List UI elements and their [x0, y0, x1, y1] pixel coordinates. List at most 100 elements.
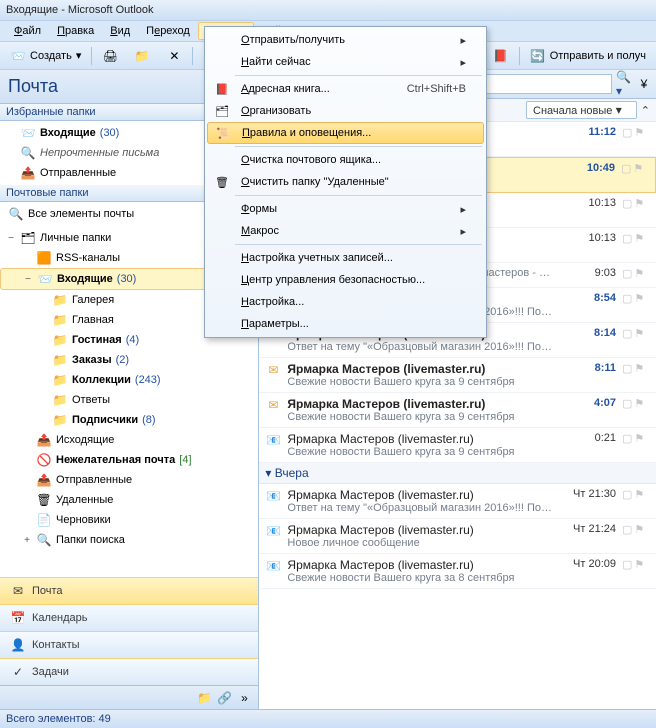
- expander-icon[interactable]: +: [22, 535, 32, 546]
- menu-item-Центр управления безопасностью...[interactable]: Центр управления безопасностью...: [207, 269, 484, 291]
- message-row[interactable]: 📧Ярмарка Мастеров (livemaster.ru)Свежие …: [259, 554, 656, 589]
- folder-Отправленные[interactable]: 📤Отправленные: [0, 470, 258, 490]
- folder-label: Черновики: [56, 514, 111, 526]
- folder-icon: 🗂: [20, 230, 36, 246]
- flag-icon[interactable]: ⚑: [634, 362, 644, 375]
- flag-icon[interactable]: ⚑: [634, 432, 644, 445]
- menu-item-icon: 📜: [212, 127, 234, 140]
- menu-item-icon: 🗂: [211, 105, 233, 118]
- nav-Календарь[interactable]: 📅Календарь: [0, 604, 258, 631]
- message-row[interactable]: 📧Ярмарка Мастеров (livemaster.ru)Новое л…: [259, 519, 656, 554]
- send-receive-button[interactable]: 🔄Отправить и получ: [524, 45, 652, 67]
- message-row[interactable]: ✉Ярмарка Мастеров (livemaster.ru)Свежие …: [259, 358, 656, 393]
- menu-item-Настройка учетных записей...[interactable]: Настройка учетных записей...: [207, 247, 484, 269]
- menu-Правка[interactable]: Правка: [49, 23, 102, 39]
- message-row[interactable]: 📧Ярмарка Мастеров (livemaster.ru)Свежие …: [259, 428, 656, 463]
- flag-icon[interactable]: ⚑: [634, 292, 644, 305]
- menu-item-Адресная книга...[interactable]: 📕Адресная книга...Ctrl+Shift+B: [207, 78, 484, 100]
- folder-Черновики[interactable]: 📄Черновики: [0, 510, 258, 530]
- folder-icon: 🟧: [36, 250, 52, 266]
- menu-Файл[interactable]: Файл: [6, 23, 49, 39]
- flag-icon[interactable]: ⚑: [634, 327, 644, 340]
- more-icon[interactable]: »: [236, 690, 252, 706]
- category-icon[interactable]: ▢: [622, 558, 632, 571]
- category-icon[interactable]: ▢: [622, 267, 632, 280]
- tools-menu-popup: Отправить/получить▸Найти сейчас▸ 📕Адресна…: [204, 26, 487, 338]
- folder-Удаленные[interactable]: 🗑Удаленные: [0, 490, 258, 510]
- category-icon[interactable]: ▢: [622, 523, 632, 536]
- category-icon[interactable]: ▢: [622, 432, 632, 445]
- message-row[interactable]: 📧Ярмарка Мастеров (livemaster.ru)Ответ н…: [259, 484, 656, 519]
- sort-dropdown[interactable]: Сначала новые ▾: [526, 101, 637, 119]
- flag-icon[interactable]: ⚑: [634, 232, 644, 245]
- category-icon[interactable]: ▢: [622, 397, 632, 410]
- category-icon[interactable]: ▢: [622, 488, 632, 501]
- nav-label: Контакты: [32, 639, 80, 651]
- flag-icon[interactable]: ⚑: [634, 397, 644, 410]
- menu-item-Отправить/получить[interactable]: Отправить/получить▸: [207, 29, 484, 51]
- menu-item-Формы[interactable]: Формы▸: [207, 198, 484, 220]
- expand-search-icon[interactable]: ¥: [636, 76, 652, 92]
- folder-icon: 📁: [134, 48, 150, 64]
- category-icon[interactable]: ▢: [622, 232, 632, 245]
- category-icon[interactable]: ▢: [622, 126, 632, 139]
- flag-icon[interactable]: ⚑: [633, 162, 643, 175]
- menu-item-Макрос[interactable]: Макрос▸: [207, 220, 484, 242]
- message-row[interactable]: ✉Ярмарка Мастеров (livemaster.ru)Свежие …: [259, 393, 656, 428]
- category-icon[interactable]: ▢: [622, 197, 632, 210]
- menu-Вид[interactable]: Вид: [102, 23, 138, 39]
- expander-icon[interactable]: −: [23, 274, 33, 285]
- flag-icon[interactable]: ⚑: [634, 523, 644, 536]
- expander-icon[interactable]: −: [6, 233, 16, 244]
- flag-icon[interactable]: ⚑: [634, 126, 644, 139]
- flag-icon[interactable]: ⚑: [634, 488, 644, 501]
- flag-icon[interactable]: ⚑: [634, 267, 644, 280]
- category-icon[interactable]: ▢: [622, 362, 632, 375]
- print-button[interactable]: 🖨: [96, 45, 124, 67]
- folder-icon: 📤: [20, 165, 36, 181]
- group-header[interactable]: ▾ Вчера: [259, 463, 656, 484]
- menu-item-label: Макрос: [241, 225, 452, 237]
- flag-icon[interactable]: ⚑: [634, 197, 644, 210]
- menu-item-label: Центр управления безопасностью...: [241, 274, 466, 286]
- category-icon[interactable]: ▢: [621, 162, 631, 175]
- menu-item-Правила и оповещения...[interactable]: 📜Правила и оповещения...: [207, 122, 484, 144]
- menu-item-Организовать[interactable]: 🗂Организовать: [207, 100, 484, 122]
- menu-item-Настройка...[interactable]: Настройка...: [207, 291, 484, 313]
- move-button[interactable]: 📁: [128, 45, 156, 67]
- flag-icon[interactable]: ⚑: [634, 558, 644, 571]
- address-book-icon: 📕: [493, 48, 509, 64]
- shortcuts-icon[interactable]: 🔗: [216, 690, 232, 706]
- category-icon[interactable]: ▢: [622, 327, 632, 340]
- folder-Нежелательная почта[interactable]: 🚫Нежелательная почта [4]: [0, 450, 258, 470]
- nav-Контакты[interactable]: 👤Контакты: [0, 631, 258, 658]
- menu-item-Параметры...[interactable]: Параметры...: [207, 313, 484, 335]
- envelope-icon: 📧: [265, 488, 281, 504]
- folder-Ответы[interactable]: 📁Ответы: [0, 390, 258, 410]
- nav-Почта[interactable]: ✉Почта: [0, 577, 258, 604]
- folder-Подписчики[interactable]: 📁Подписчики (8): [0, 410, 258, 430]
- menu-item-Очистка почтового ящика...[interactable]: Очистка почтового ящика...: [207, 149, 484, 171]
- search-icon[interactable]: 🔍▾: [616, 76, 632, 92]
- address-book-button[interactable]: 📕: [487, 45, 515, 67]
- delete-button[interactable]: ✕: [160, 45, 188, 67]
- folder-label: Нежелательная почта: [56, 454, 175, 466]
- menu-Переход[interactable]: Переход: [138, 23, 198, 39]
- category-icon[interactable]: ▢: [622, 292, 632, 305]
- menu-item-label: Формы: [241, 203, 452, 215]
- folder-list-icon[interactable]: 📁: [196, 690, 212, 706]
- menu-item-Найти сейчас[interactable]: Найти сейчас▸: [207, 51, 484, 73]
- folder-label: Галерея: [72, 294, 114, 306]
- chevron-icon[interactable]: ⌃: [641, 104, 650, 117]
- folder-count: [4]: [179, 454, 191, 466]
- folder-Папки поиска[interactable]: +🔍Папки поиска: [0, 530, 258, 550]
- folder-Заказы[interactable]: 📁Заказы (2): [0, 350, 258, 370]
- new-button[interactable]: 📨Создать▾: [4, 45, 87, 67]
- menu-item-Очистить папку "Удаленные"[interactable]: 🗑Очистить папку "Удаленные": [207, 171, 484, 193]
- folder-Коллекции[interactable]: 📁Коллекции (243): [0, 370, 258, 390]
- menu-item-label: Адресная книга...: [241, 83, 399, 95]
- separator: [519, 47, 520, 65]
- message-time: 11:12: [558, 126, 616, 152]
- nav-Задачи[interactable]: ✓Задачи: [0, 658, 258, 685]
- folder-Исходящие[interactable]: 📤Исходящие: [0, 430, 258, 450]
